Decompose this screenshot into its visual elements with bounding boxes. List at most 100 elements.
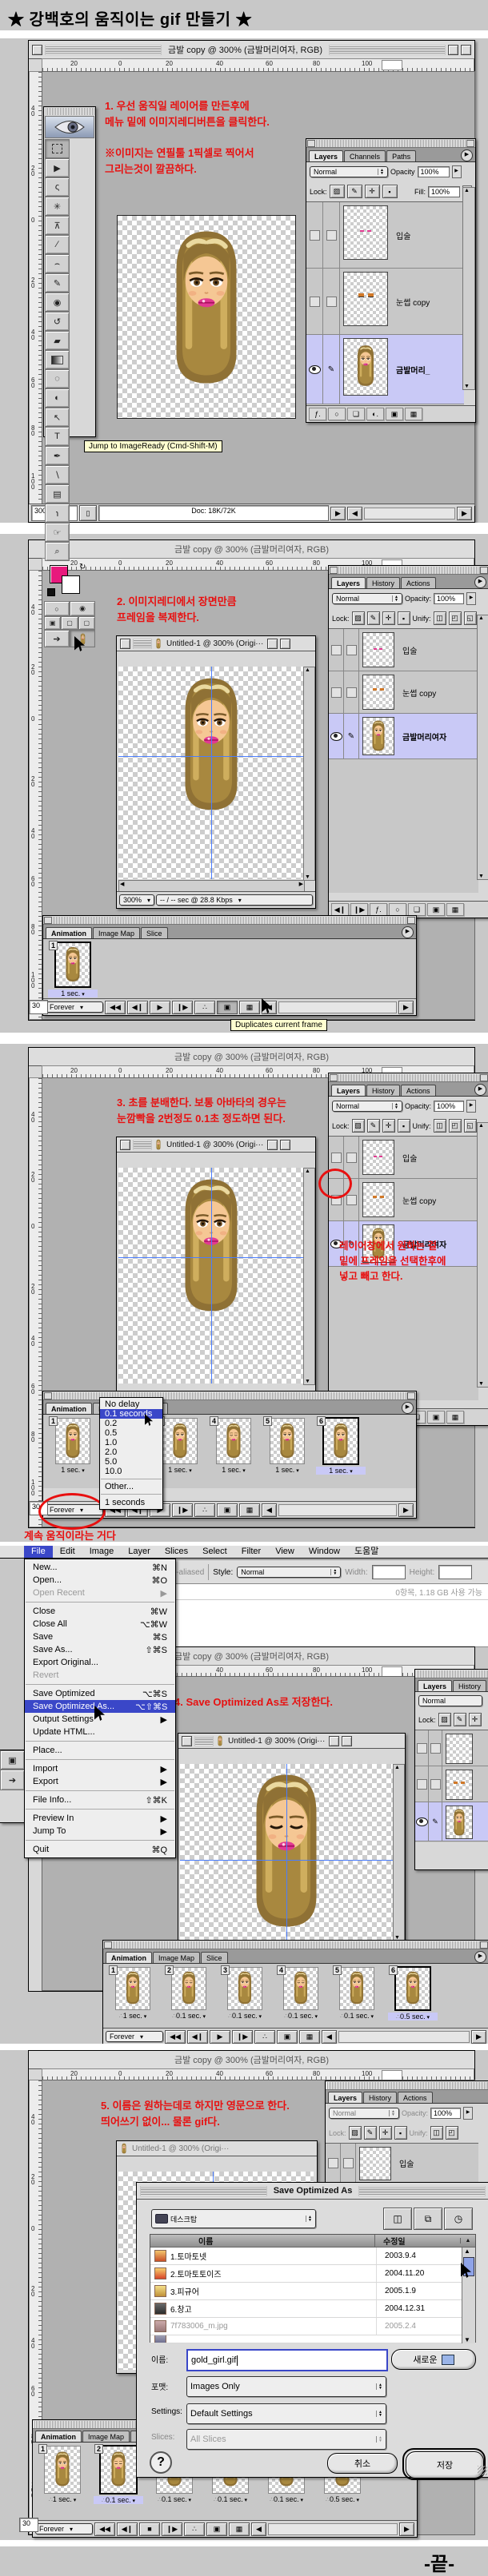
scroll-down-icon[interactable]: ▼	[305, 1379, 310, 1384]
help-button[interactable]: ?	[150, 2451, 172, 2474]
frame-delay-select[interactable]: 1 sec.	[48, 989, 98, 997]
zoom-box-icon[interactable]	[267, 639, 278, 649]
close-box-icon[interactable]	[120, 639, 130, 649]
zoom-tool[interactable]: ⌕	[45, 542, 70, 561]
tab-animation[interactable]: Animation	[35, 2431, 82, 2442]
link-checkbox[interactable]	[346, 687, 357, 698]
close-box-icon[interactable]	[120, 1140, 130, 1150]
path-select-tool[interactable]: ↖	[45, 408, 70, 427]
palette-collapse-icon[interactable]	[480, 1074, 488, 1081]
frame-delay-select[interactable]: ∴0.5 sec.	[318, 2495, 367, 2503]
layer-row-lips[interactable]: 입술	[329, 1137, 478, 1179]
play-button[interactable]: ▶	[210, 2030, 230, 2044]
blur-tool[interactable]: ◌	[45, 369, 70, 388]
dialog-titlebar[interactable]: Save Optimized As	[137, 2183, 488, 2200]
tab-history[interactable]: History	[366, 577, 400, 588]
blend-mode-select[interactable]: Normal	[332, 593, 402, 604]
tab-actions[interactable]: Actions	[401, 1085, 436, 1096]
collapse-box-icon[interactable]	[342, 1736, 352, 1746]
file-row-partial[interactable]	[150, 2335, 462, 2343]
layer-thumbnail[interactable]	[359, 2147, 391, 2180]
visibility-checkbox[interactable]	[331, 1153, 342, 1163]
visibility-eye-icon[interactable]	[309, 365, 321, 374]
unify-visibility-button[interactable]: ◰	[449, 611, 462, 625]
palette-menu-icon[interactable]: ▶	[402, 926, 414, 938]
style-select[interactable]: Normal	[237, 1567, 341, 1578]
palette-menu-icon[interactable]: ▶	[461, 149, 473, 161]
menu-help[interactable]: 도움말	[347, 1546, 386, 1558]
frame-delay-select[interactable]: ∴0.1 sec.	[262, 2495, 311, 2503]
fullscreen-button[interactable]: ▢	[78, 616, 95, 630]
menu-item-quit[interactable]: Quit⌘Q	[25, 1843, 175, 1856]
tab-imagemap[interactable]: Image Map	[82, 2431, 130, 2442]
frame-delay-select[interactable]: 1 sec.	[316, 1467, 366, 1475]
tween-button[interactable]: ∴	[254, 2030, 275, 2044]
lock-paint-button[interactable]: ✎	[454, 1713, 466, 1726]
unify-style-button[interactable]: ◱	[464, 611, 477, 625]
link-checkbox[interactable]	[343, 2158, 354, 2168]
next-frame-button[interactable]: ❙▶	[232, 2030, 253, 2044]
visibility-checkbox[interactable]	[331, 687, 342, 698]
palette-close-icon[interactable]	[307, 140, 315, 147]
standard-screen-button[interactable]: ▣	[44, 616, 61, 630]
palette-menu-icon[interactable]: ▶	[474, 576, 486, 588]
palette-grip[interactable]	[44, 917, 415, 924]
notes-tool[interactable]: ▤	[45, 484, 70, 504]
frame-thumbnail[interactable]	[162, 1418, 198, 1464]
scroll-up-icon[interactable]: ▲	[394, 1765, 400, 1770]
save-button[interactable]: 저장	[406, 2451, 484, 2478]
tab-history[interactable]: History	[366, 1085, 400, 1096]
delete-layer-button[interactable]: ▦	[405, 408, 422, 420]
duplicate-frame-button[interactable]: ▣	[217, 1503, 238, 1517]
sort-order-icon[interactable]: ▲	[460, 2238, 475, 2244]
link-checkbox[interactable]	[430, 1779, 441, 1790]
delay-option-selected[interactable]: 0.1 seconds	[100, 1409, 162, 1419]
animation-frame-5[interactable]: 5∴0.1 sec.	[332, 1965, 382, 2020]
menu-item-file-info[interactable]: File Info...⇧⌘K	[25, 1794, 175, 1806]
delay-option[interactable]: 1.0	[100, 1438, 162, 1447]
palette-collapse-icon[interactable]	[407, 917, 415, 924]
lock-all-button[interactable]: ▪	[398, 1119, 410, 1133]
frame-thumbnail[interactable]	[227, 1967, 262, 2010]
frame-thumbnail[interactable]	[54, 942, 91, 988]
delete-layer-button[interactable]: ▦	[446, 903, 464, 916]
layer-row-lips[interactable]	[415, 1730, 488, 1766]
frame-thumbnail[interactable]	[171, 1967, 206, 2010]
menu-item-update-html[interactable]: Update HTML...	[25, 1726, 175, 1738]
location-select[interactable]: 데스크탑	[151, 2209, 316, 2228]
blend-mode-select[interactable]: Normal	[418, 1695, 482, 1706]
loop-select[interactable]: Forever	[106, 2031, 163, 2042]
lock-position-button[interactable]: ✛	[365, 185, 380, 198]
opacity-arrow-icon[interactable]: ▶	[452, 165, 462, 178]
layer-row-lips[interactable]: 입술	[306, 202, 464, 269]
delay-option[interactable]: 5.0	[100, 1457, 162, 1467]
scroll-right-icon[interactable]: ▶	[399, 2522, 414, 2536]
ir-titlebar[interactable]: Untitled-1 @ 300% (Origi···	[117, 636, 315, 651]
layer-set-button[interactable]: ❏	[408, 903, 426, 916]
menu-item-revert[interactable]: Revert	[25, 1669, 175, 1682]
link-checkbox[interactable]	[430, 1743, 441, 1754]
tab-animation[interactable]: Animation	[46, 1403, 92, 1414]
fill-field[interactable]: 100%	[428, 186, 460, 197]
tab-layers[interactable]: Layers	[331, 1085, 366, 1096]
history-brush-tool[interactable]: ↺	[45, 312, 70, 331]
layer-row-girl-selected[interactable]: ✎ 금발머리여자	[329, 714, 478, 759]
scroll-up-icon[interactable]: ▲	[464, 188, 470, 193]
menu-item-export[interactable]: Export▶	[25, 1775, 175, 1788]
animation-frame-2[interactable]: 2∴0.1 sec.	[164, 1965, 214, 2020]
file-row[interactable]: 6.창고2004.12.31	[150, 2300, 462, 2318]
visibility-checkbox[interactable]	[310, 230, 320, 241]
scroll-down-icon[interactable]: ▼	[464, 384, 470, 389]
menu-item-import[interactable]: Import▶	[25, 1762, 175, 1775]
ir-canvas[interactable]	[180, 1764, 393, 1940]
layer-thumbnail[interactable]	[343, 272, 388, 326]
menu-filter[interactable]: Filter	[234, 1546, 268, 1558]
link-checkbox[interactable]	[346, 1153, 357, 1163]
palette-grip[interactable]	[104, 1941, 488, 1949]
prev-frame-button[interactable]: ◀❙	[187, 2030, 208, 2044]
rewind-button[interactable]: ◀◀	[105, 1001, 126, 1014]
filename-input[interactable]: gold_girl.gif	[186, 2349, 388, 2371]
animation-frame-3[interactable]: 3∴0.1 sec.	[220, 1965, 270, 2020]
frames-scrollbar[interactable]	[338, 2031, 470, 2043]
frame-delay-select[interactable]: ∴0.1 sec.	[94, 2496, 143, 2504]
